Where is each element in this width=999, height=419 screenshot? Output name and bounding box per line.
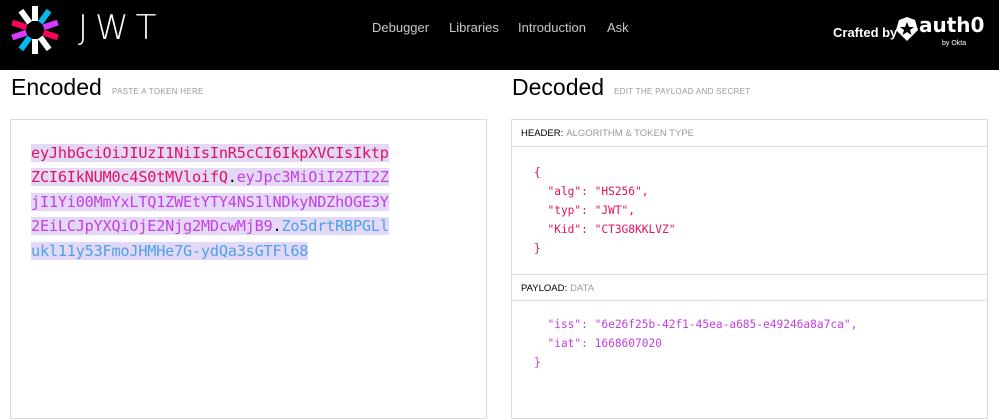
payload-section-title: PAYLOAD: DATA (512, 274, 987, 301)
nav-item-introduction[interactable]: Introduction (518, 20, 586, 36)
header-description: ALGORITHM & TOKEN TYPE (566, 128, 694, 139)
token-dot: . (227, 168, 237, 187)
payload-json-editor[interactable]: "iss": "6e26f25b-42f1-45ea-a685-e49246a8… (534, 315, 857, 372)
token-text[interactable]: eyJhbGciOiJIUzI1NiIsInR5cCI6IkpXVCIsIktp… (31, 141, 395, 263)
decoded-subtitle: EDIT THE PAYLOAD AND SECRET (614, 87, 751, 96)
crafted-by-label: Crafted by (833, 25, 898, 40)
nav-item-libraries[interactable]: Libraries (449, 20, 499, 36)
encoded-title: Encoded (11, 74, 102, 100)
decoded-panel: HEADER: ALGORITHM & TOKEN TYPE { "alg": "… (511, 119, 988, 419)
header-section-title: HEADER: ALGORITHM & TOKEN TYPE (512, 120, 987, 147)
nav-item-debugger[interactable]: Debugger (372, 20, 429, 36)
payload-label: PAYLOAD: (521, 283, 568, 294)
header-label: HEADER: (521, 128, 564, 139)
auth0-okta-sub: by Okta (942, 40, 967, 47)
decoded-title: Decoded (512, 74, 605, 100)
header-json-editor[interactable]: { "alg": "HS256", "typ": "JWT", "Kid": "… (534, 163, 675, 258)
nav-item-ask[interactable]: Ask (607, 20, 629, 36)
encoded-token-editor[interactable]: eyJhbGciOiJIUzI1NiIsInR5cCI6IkpXVCIsIktp… (10, 119, 487, 419)
auth0-logo-text[interactable]: auth0 (919, 13, 984, 37)
encoded-subtitle: PASTE A TOKEN HERE (112, 87, 204, 96)
auth0-shield-icon[interactable] (896, 17, 918, 41)
top-navigation-bar: JWT Debugger Libraries Introduction Ask … (0, 0, 999, 70)
payload-description: DATA (570, 283, 595, 294)
